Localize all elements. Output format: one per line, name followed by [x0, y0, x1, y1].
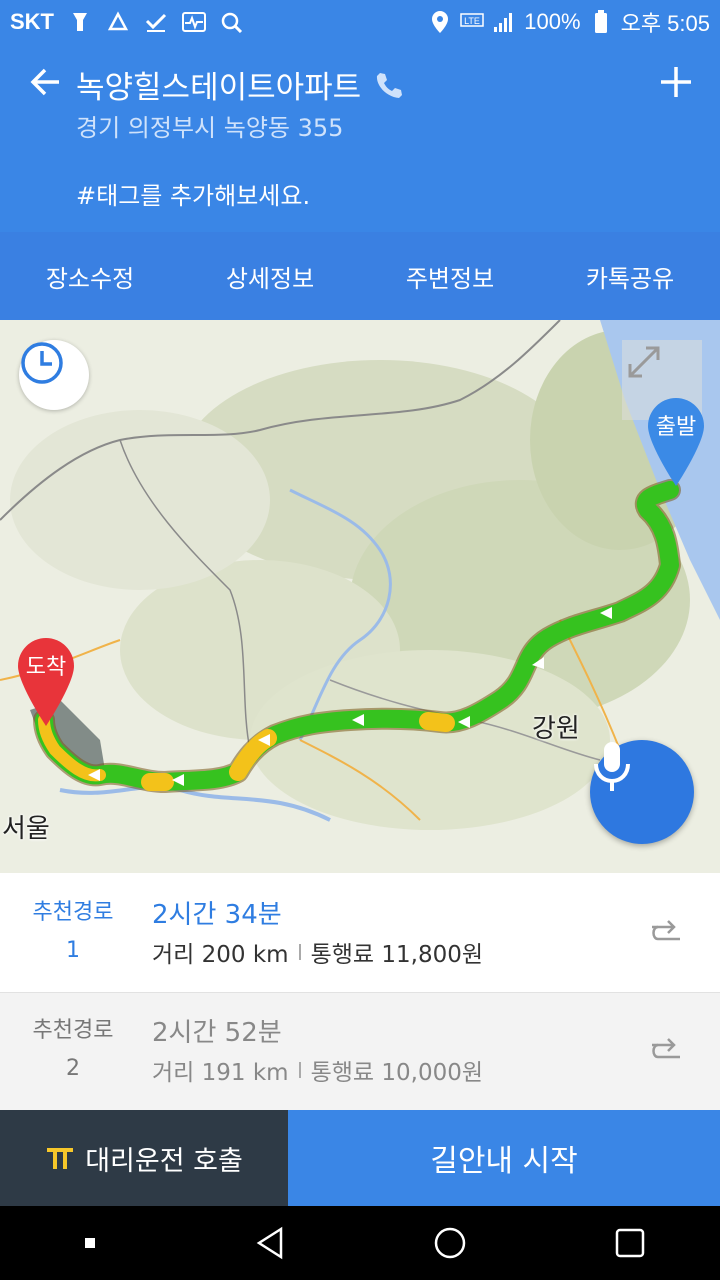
recents-square-icon — [615, 1228, 645, 1258]
svg-text:LTE: LTE — [464, 16, 480, 26]
nav-recents-button[interactable] — [600, 1213, 660, 1273]
action-tabs: 장소수정 상세정보 주변정보 카톡공유 — [0, 232, 720, 320]
call-driver-button[interactable]: 대리운전 호출 — [0, 1110, 288, 1206]
place-header: 녹양힐스테이트아파트 경기 의정부시 녹양동 355 #태그를 추가해보세요. — [0, 44, 720, 232]
nav-home-button[interactable] — [420, 1213, 480, 1273]
kakao-t-icon — [47, 1148, 74, 1169]
location-icon — [428, 11, 452, 33]
home-circle-icon — [434, 1227, 466, 1259]
microphone-icon — [594, 742, 630, 791]
add-button[interactable] — [656, 62, 696, 102]
clock-icon — [21, 342, 63, 384]
dot-icon — [85, 1238, 95, 1248]
route-toll: 통행료 11,800원 — [310, 942, 484, 968]
nav-menu-button[interactable] — [60, 1213, 120, 1273]
tab-detail-info[interactable]: 상세정보 — [180, 232, 360, 320]
status-bar: SKT LTE 100% 오후 5:05 — [0, 0, 720, 44]
route-distance: 거리 191 km — [152, 1060, 289, 1086]
route-distance: 거리 200 km — [152, 942, 289, 968]
route-duration: 2시간 52분 — [152, 1018, 282, 1048]
route-option-1[interactable]: 추천경로 1 2시간 34분 거리 200 km 통행료 11,800원 — [0, 875, 720, 993]
start-pin-label: 출발 — [655, 415, 697, 440]
flashlight-icon — [68, 11, 92, 33]
region-label-seoul: 서울 — [2, 814, 50, 844]
route-duration: 2시간 34분 — [152, 900, 282, 930]
tab-nearby-info[interactable]: 주변정보 — [360, 232, 540, 320]
check-icon — [144, 11, 168, 33]
notification-icon — [106, 11, 130, 33]
carrier-label: SKT — [10, 9, 54, 34]
meta-divider — [298, 1062, 301, 1078]
signal-icon — [492, 11, 516, 33]
battery-percent: 100% — [524, 9, 581, 34]
meta-divider — [298, 944, 301, 960]
nav-back-button[interactable] — [240, 1213, 300, 1273]
start-pin[interactable]: 출발 — [646, 396, 706, 488]
route-switch-icon[interactable] — [648, 1033, 684, 1069]
route-rank-label: 추천경로 — [32, 900, 114, 925]
traffic-time-button[interactable] — [19, 340, 89, 410]
voice-search-button[interactable] — [590, 740, 694, 844]
end-pin[interactable]: 도착 — [16, 636, 76, 728]
clock-time: 오후 5:05 — [620, 11, 710, 36]
tag-hint-link[interactable]: #태그를 추가해보세요. — [76, 176, 310, 211]
call-driver-label: 대리운전 호출 — [85, 1145, 243, 1177]
route-rank: 추천경로 1 — [16, 894, 130, 970]
pulse-icon — [182, 11, 206, 33]
route-options-sheet: 추천경로 1 2시간 34분 거리 200 km 통행료 11,800원 추천경… — [0, 873, 720, 1111]
route-switch-icon[interactable] — [648, 915, 684, 951]
lte-icon: LTE — [460, 11, 485, 33]
address-text: 경기 의정부시 녹양동 355 — [76, 114, 344, 142]
battery-icon — [589, 10, 613, 33]
page-title: 녹양힐스테이트아파트 — [76, 70, 362, 106]
place-title-row: 녹양힐스테이트아파트 — [76, 62, 403, 107]
route-meta: 거리 200 km 통행료 11,800원 — [152, 935, 483, 969]
region-label-gangwon: 강원 — [532, 714, 580, 744]
search-status-icon — [220, 11, 244, 33]
expand-icon — [628, 346, 660, 378]
route-rank-label: 추천경로 — [32, 1018, 114, 1043]
route-meta: 거리 191 km 통행료 10,000원 — [152, 1053, 483, 1087]
tab-edit-place[interactable]: 장소수정 — [0, 232, 180, 320]
route-rank-number: 2 — [66, 1056, 80, 1081]
route-rank: 추천경로 2 — [16, 1012, 130, 1088]
end-pin-label: 도착 — [25, 655, 67, 680]
phone-icon[interactable] — [373, 70, 403, 100]
start-navigation-button[interactable]: 길안내 시작 — [288, 1110, 720, 1206]
tab-kakaotalk-share[interactable]: 카톡공유 — [540, 232, 720, 320]
route-map[interactable]: 출발 도착 강원 서울 — [0, 320, 720, 873]
route-toll: 통행료 10,000원 — [310, 1060, 484, 1086]
arrow-left-icon — [30, 68, 59, 96]
route-option-2[interactable]: 추천경로 2 2시간 52분 거리 191 km 통행료 10,000원 — [0, 993, 720, 1111]
plus-icon — [661, 67, 691, 97]
route-rank-number: 1 — [66, 938, 80, 963]
system-nav-bar — [0, 1206, 720, 1280]
back-triangle-icon — [256, 1226, 283, 1260]
bottom-action-bar: 대리운전 호출 길안내 시작 — [0, 1110, 720, 1206]
back-button[interactable] — [26, 62, 66, 102]
